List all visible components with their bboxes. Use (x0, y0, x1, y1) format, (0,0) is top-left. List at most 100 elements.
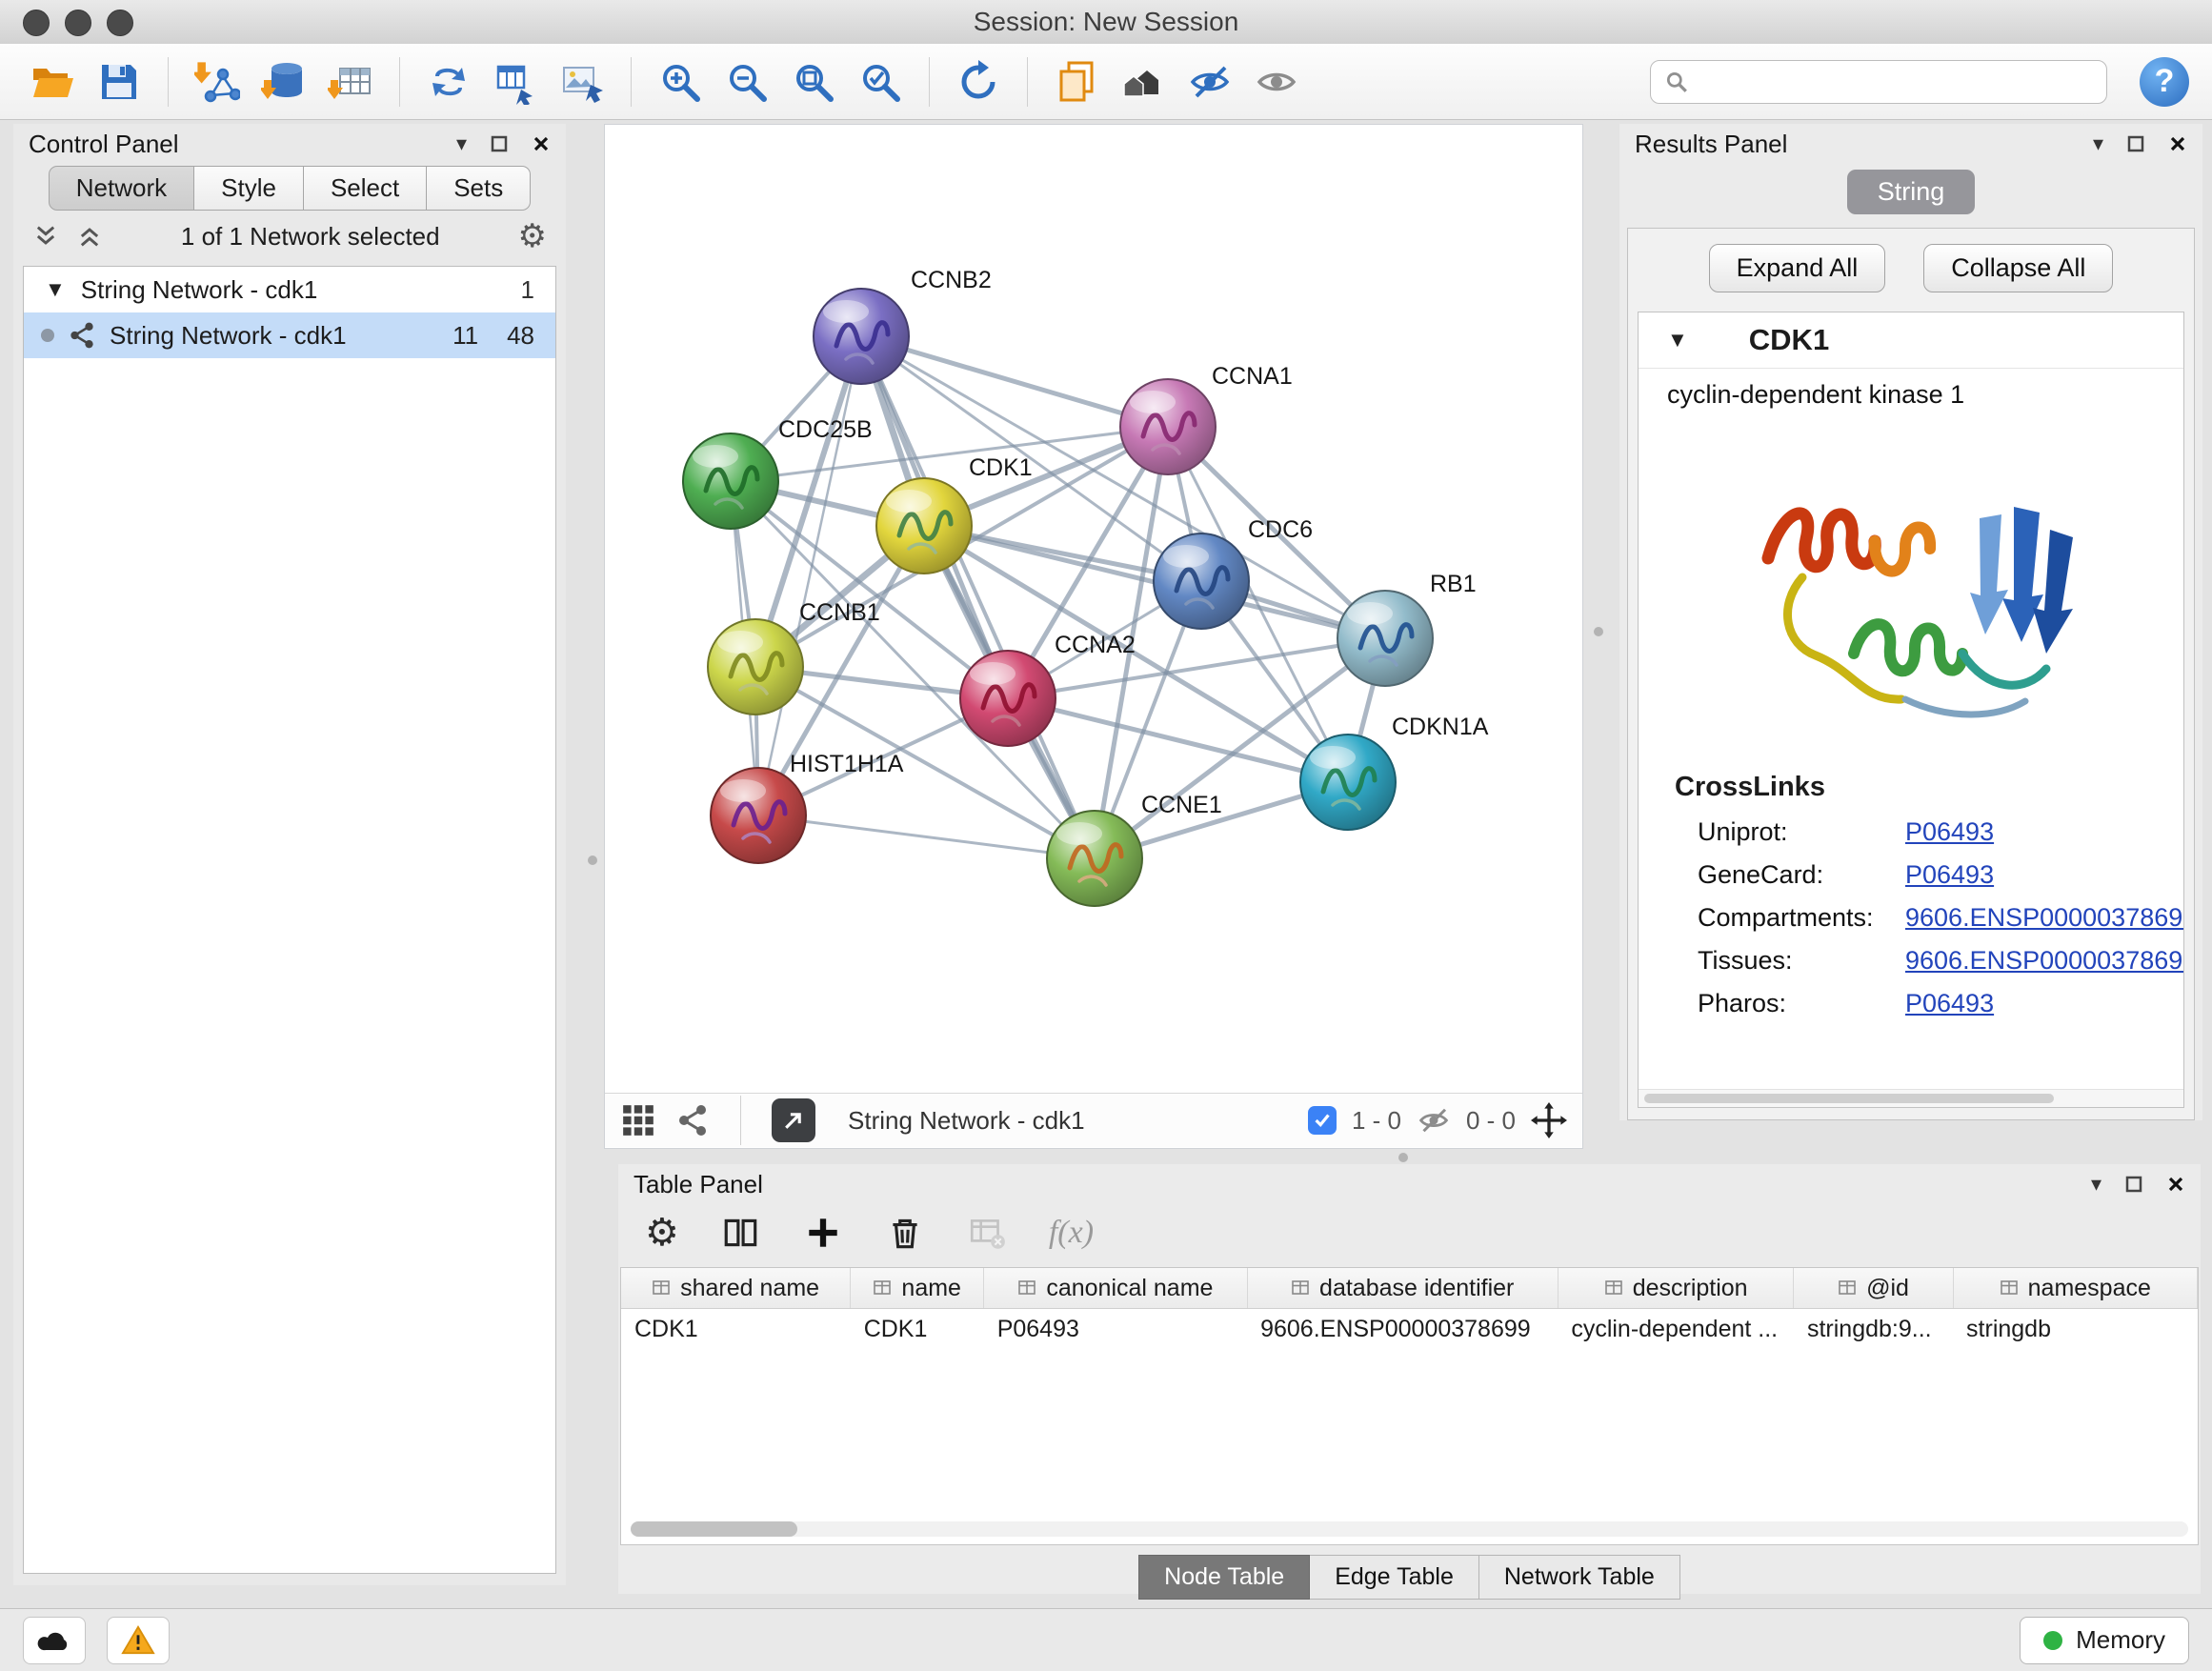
tab-select[interactable]: Select (304, 166, 427, 211)
column-header-description[interactable]: description (1558, 1268, 1794, 1309)
expand-all-button[interactable]: Expand All (1709, 244, 1886, 292)
network-node-CDKN1A[interactable]: CDKN1A (1300, 714, 1489, 830)
hide-graphics-details-button[interactable] (1247, 52, 1306, 111)
network-canvas[interactable]: CCNB2CCNA1CDC25BCDK1CDC6RB1CCNB1CCNA2CDK… (605, 125, 1582, 1093)
network-edge[interactable] (758, 336, 861, 815)
crosslink-link[interactable]: 9606.ENSP00000378699 (1905, 903, 2184, 933)
cloud-status-button[interactable] (23, 1617, 86, 1664)
scrollbar-thumb[interactable] (631, 1521, 797, 1537)
float-panel-icon[interactable] (2124, 1175, 2143, 1194)
open-in-new-button[interactable] (772, 1098, 815, 1142)
help-button[interactable]: ? (2140, 57, 2189, 107)
search-field[interactable] (1650, 60, 2107, 104)
cybrowser-home-button[interactable] (1114, 52, 1173, 111)
network-node-RB1[interactable]: RB1 (1337, 571, 1477, 686)
crosslink-link[interactable]: P06493 (1905, 817, 1994, 847)
apply-layout-button[interactable] (949, 52, 1008, 111)
search-input[interactable] (1699, 66, 2093, 97)
table-cell[interactable]: cyclin-dependent ... (1558, 1309, 1794, 1350)
column-header-database-identifier[interactable]: database identifier (1247, 1268, 1558, 1309)
splitter-handle[interactable] (1594, 627, 1603, 636)
panel-menu-icon[interactable]: ▾ (2093, 131, 2103, 156)
show-columns-icon[interactable] (721, 1213, 761, 1253)
collection-label: String Network - cdk1 (81, 275, 318, 305)
zoom-fit-button[interactable] (784, 52, 843, 111)
tab-node-table[interactable]: Node Table (1138, 1555, 1310, 1600)
network-row-selected[interactable]: String Network - cdk1 11 48 (24, 312, 555, 358)
zoom-selected-button[interactable] (851, 52, 910, 111)
collapse-all-icon[interactable] (32, 223, 59, 250)
share-network-icon[interactable] (675, 1103, 710, 1137)
crosslink-link[interactable]: P06493 (1905, 860, 1994, 890)
float-panel-icon[interactable] (490, 134, 509, 153)
table-cell[interactable]: stringdb:9... (1794, 1309, 1953, 1350)
column-header-namespace[interactable]: namespace (1953, 1268, 2197, 1309)
panel-menu-icon[interactable]: ▾ (456, 131, 467, 156)
network-node-CDC6[interactable]: CDC6 (1154, 516, 1313, 629)
table-cell[interactable]: stringdb (1953, 1309, 2197, 1350)
tab-network-table[interactable]: Network Table (1479, 1555, 1680, 1600)
collapse-all-button[interactable]: Collapse All (1923, 244, 2113, 292)
selected-checkbox[interactable] (1308, 1106, 1337, 1135)
save-session-button[interactable] (90, 52, 149, 111)
network-node-CDC25B[interactable]: CDC25B (683, 416, 873, 529)
clone-network-button[interactable] (419, 52, 478, 111)
network-node-CDK1[interactable]: CDK1 (876, 454, 1033, 574)
table-cell[interactable]: P06493 (984, 1309, 1247, 1350)
network-node-CCNB1[interactable]: CCNB1 (708, 599, 880, 715)
table-row[interactable]: CDK1CDK1P064939606.ENSP00000378699cyclin… (621, 1309, 2198, 1350)
export-table-button[interactable] (486, 52, 545, 111)
attribute-table[interactable]: shared namenamecanonical namedatabase id… (621, 1268, 2198, 1349)
splitter-handle[interactable] (1398, 1153, 1408, 1162)
delete-column-trash-icon[interactable] (885, 1213, 925, 1253)
table-cell[interactable]: CDK1 (851, 1309, 984, 1350)
gear-icon[interactable]: ⚙ (518, 220, 547, 252)
gene-card-scrollbar[interactable] (1639, 1089, 2183, 1107)
zoom-in-button[interactable] (651, 52, 710, 111)
memory-button[interactable]: Memory (2020, 1617, 2189, 1664)
column-header-canonical-name[interactable]: canonical name (984, 1268, 1247, 1309)
expand-all-icon[interactable] (76, 223, 103, 250)
scrollbar-thumb[interactable] (1644, 1094, 2054, 1103)
network-collection-row[interactable]: ▼ String Network - cdk1 1 (24, 267, 555, 312)
warnings-button[interactable] (107, 1617, 170, 1664)
pan-crosshair-icon[interactable] (1531, 1102, 1567, 1138)
tab-style[interactable]: Style (194, 166, 304, 211)
zoom-out-button[interactable] (717, 52, 776, 111)
network-node-HIST1H1A[interactable]: HIST1H1A (711, 751, 904, 863)
float-panel-icon[interactable] (2126, 134, 2145, 153)
close-panel-icon[interactable] (2168, 134, 2187, 153)
tab-network[interactable]: Network (49, 166, 194, 211)
import-table-button[interactable] (321, 52, 380, 111)
tab-sets[interactable]: Sets (427, 166, 531, 211)
open-session-button[interactable] (23, 52, 82, 111)
export-image-button[interactable] (553, 52, 612, 111)
network-edge[interactable] (861, 336, 1095, 858)
table-cell[interactable]: CDK1 (621, 1309, 851, 1350)
import-network-database-button[interactable] (254, 52, 313, 111)
table-hscrollbar[interactable] (631, 1521, 2188, 1537)
network-node-CCNA1[interactable]: CCNA1 (1120, 363, 1293, 474)
show-graphics-details-button[interactable] (1180, 52, 1239, 111)
import-network-file-button[interactable] (188, 52, 247, 111)
add-column-icon[interactable] (803, 1213, 843, 1253)
tab-edge-table[interactable]: Edge Table (1310, 1555, 1479, 1600)
gene-card-header[interactable]: ▼ CDK1 (1639, 312, 2183, 369)
crosslink-link[interactable]: P06493 (1905, 989, 1994, 1018)
column-header--id[interactable]: @id (1794, 1268, 1953, 1309)
table-settings-gear-icon[interactable]: ⚙ (645, 1214, 679, 1252)
close-panel-icon[interactable] (2166, 1175, 2185, 1194)
column-header-shared-name[interactable]: shared name (621, 1268, 851, 1309)
table-cell[interactable]: 9606.ENSP00000378699 (1247, 1309, 1558, 1350)
tab-string[interactable]: String (1847, 170, 1976, 214)
panel-menu-icon[interactable]: ▾ (2091, 1172, 2101, 1197)
close-panel-icon[interactable] (532, 134, 551, 153)
collapse-triangle-icon[interactable]: ▼ (1667, 328, 1688, 352)
crosslink-link[interactable]: 9606.ENSP00000378699 (1905, 946, 2184, 976)
column-header-name[interactable]: name (851, 1268, 984, 1309)
birdseye-grid-icon[interactable] (620, 1102, 656, 1138)
splitter-handle[interactable] (588, 856, 597, 865)
collapse-triangle-icon[interactable]: ▼ (45, 277, 66, 302)
copy-document-button[interactable] (1047, 52, 1106, 111)
network-edge[interactable] (758, 815, 1095, 858)
